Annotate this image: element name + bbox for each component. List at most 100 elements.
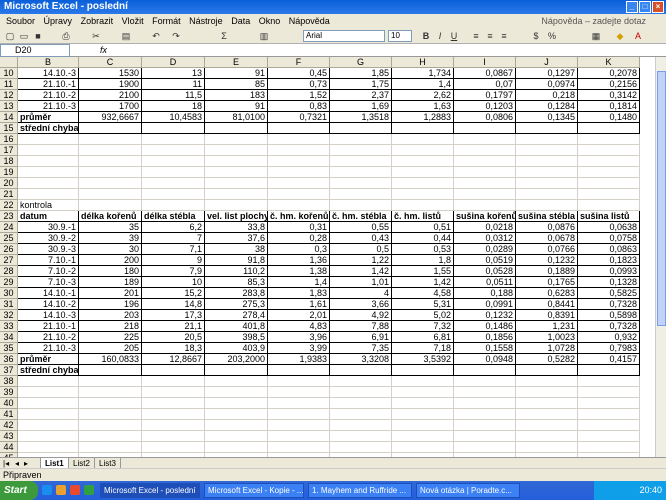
new-icon[interactable]: ▢	[4, 30, 16, 42]
row-header-40[interactable]: 40	[0, 398, 18, 409]
cell[interactable]	[205, 376, 268, 387]
cell[interactable]: 0,5282	[516, 354, 578, 365]
scroll-thumb[interactable]	[657, 71, 666, 326]
cell[interactable]: 4,58	[392, 288, 454, 299]
task-mayhem[interactable]: 1. Mayhem and Ruffride ...	[308, 483, 412, 498]
minimize-icon[interactable]: _	[626, 1, 638, 13]
menu-vlozit[interactable]: Vložit	[122, 16, 144, 26]
cell[interactable]: 1,01	[330, 277, 392, 288]
print-icon[interactable]: ⎙	[60, 30, 72, 42]
cell[interactable]: 20,5	[142, 332, 205, 343]
cell[interactable]: 1,42	[330, 266, 392, 277]
cell[interactable]	[392, 409, 454, 420]
cell[interactable]: 160,0833	[79, 354, 142, 365]
cell[interactable]	[454, 134, 516, 145]
cell[interactable]: 403,9	[205, 343, 268, 354]
cell[interactable]: 91	[205, 101, 268, 112]
row-header-22[interactable]: 22	[0, 200, 18, 211]
cell[interactable]: 11	[142, 79, 205, 90]
cell[interactable]: 4,92	[330, 310, 392, 321]
italic-icon[interactable]: I	[434, 30, 446, 42]
cell[interactable]: 0,0218	[454, 222, 516, 233]
cell[interactable]: 21.10.-2	[18, 332, 79, 343]
cell[interactable]: 7,88	[330, 321, 392, 332]
cell[interactable]: průměr	[18, 112, 79, 123]
row-header-24[interactable]: 24	[0, 222, 18, 233]
cell[interactable]: 1,52	[268, 90, 330, 101]
cell[interactable]: 2,62	[392, 90, 454, 101]
cell[interactable]	[392, 431, 454, 442]
cell[interactable]	[268, 178, 330, 189]
cell[interactable]	[578, 134, 640, 145]
row-header-23[interactable]: 23	[0, 211, 18, 222]
cell[interactable]	[79, 387, 142, 398]
cell[interactable]: 1,83	[268, 288, 330, 299]
row-header-20[interactable]: 20	[0, 178, 18, 189]
task-excel-kopie[interactable]: Microsoft Excel - Kopie - ...	[204, 483, 304, 498]
cell[interactable]: 21.10.-1	[18, 79, 79, 90]
cell[interactable]	[18, 178, 79, 189]
cell[interactable]	[205, 134, 268, 145]
cell[interactable]	[142, 387, 205, 398]
row-header-26[interactable]: 26	[0, 244, 18, 255]
cell[interactable]: 14.10.-3	[18, 310, 79, 321]
cell[interactable]	[516, 420, 578, 431]
cell[interactable]	[18, 387, 79, 398]
cell[interactable]: 0,1297	[516, 68, 578, 79]
cell[interactable]	[142, 178, 205, 189]
cell[interactable]	[142, 442, 205, 453]
cell[interactable]	[454, 398, 516, 409]
cell[interactable]	[142, 123, 205, 134]
cell[interactable]: 0,45	[268, 68, 330, 79]
cell[interactable]: 1,55	[392, 266, 454, 277]
cell[interactable]	[268, 189, 330, 200]
cell[interactable]	[268, 134, 330, 145]
cell[interactable]: 14,8	[142, 299, 205, 310]
cell[interactable]	[268, 376, 330, 387]
cell[interactable]: 0,1232	[516, 255, 578, 266]
font-size-select[interactable]: 10	[388, 30, 412, 42]
cell[interactable]: 7,1	[142, 244, 205, 255]
menu-soubor[interactable]: Soubor	[6, 16, 35, 26]
cell[interactable]: 180	[79, 266, 142, 277]
fx-icon[interactable]: fx	[100, 44, 107, 57]
cell[interactable]: 0,0312	[454, 233, 516, 244]
cell[interactable]: 1,38	[268, 266, 330, 277]
cell[interactable]: 278,4	[205, 310, 268, 321]
cell[interactable]: 15,2	[142, 288, 205, 299]
cell[interactable]	[516, 365, 578, 376]
cell[interactable]: 0,0511	[454, 277, 516, 288]
cell[interactable]: 2100	[79, 90, 142, 101]
cell[interactable]: 0,53	[392, 244, 454, 255]
row-header-37[interactable]: 37	[0, 365, 18, 376]
cell[interactable]	[330, 420, 392, 431]
cell[interactable]: sušina kořenů	[454, 211, 516, 222]
cell[interactable]	[578, 189, 640, 200]
cell[interactable]: 0,43	[330, 233, 392, 244]
cell[interactable]: 0,1480	[578, 112, 640, 123]
cell[interactable]	[142, 156, 205, 167]
cell[interactable]	[392, 134, 454, 145]
cell[interactable]: 0,1284	[516, 101, 578, 112]
cell[interactable]: 0,3142	[578, 90, 640, 101]
cell[interactable]	[142, 376, 205, 387]
cell[interactable]	[578, 178, 640, 189]
cell[interactable]: 3,96	[268, 332, 330, 343]
cell[interactable]: 17,3	[142, 310, 205, 321]
cell[interactable]: 401,8	[205, 321, 268, 332]
select-all-corner[interactable]	[0, 57, 18, 68]
cell[interactable]: 10	[142, 277, 205, 288]
row-header-17[interactable]: 17	[0, 145, 18, 156]
help-search-input[interactable]: Nápověda – zadejte dotaz	[541, 14, 646, 28]
cell[interactable]: 0,0974	[516, 79, 578, 90]
cell[interactable]	[516, 376, 578, 387]
cell[interactable]: 0,1232	[454, 310, 516, 321]
row-header-43[interactable]: 43	[0, 431, 18, 442]
cell[interactable]: 30.9.-2	[18, 233, 79, 244]
cell[interactable]: střední chyba	[18, 123, 79, 134]
row-header-10[interactable]: 10	[0, 68, 18, 79]
cell[interactable]	[79, 200, 142, 211]
maximize-icon[interactable]: □	[639, 1, 651, 13]
menu-napoveda[interactable]: Nápověda	[289, 16, 330, 26]
menu-okno[interactable]: Okno	[259, 16, 281, 26]
